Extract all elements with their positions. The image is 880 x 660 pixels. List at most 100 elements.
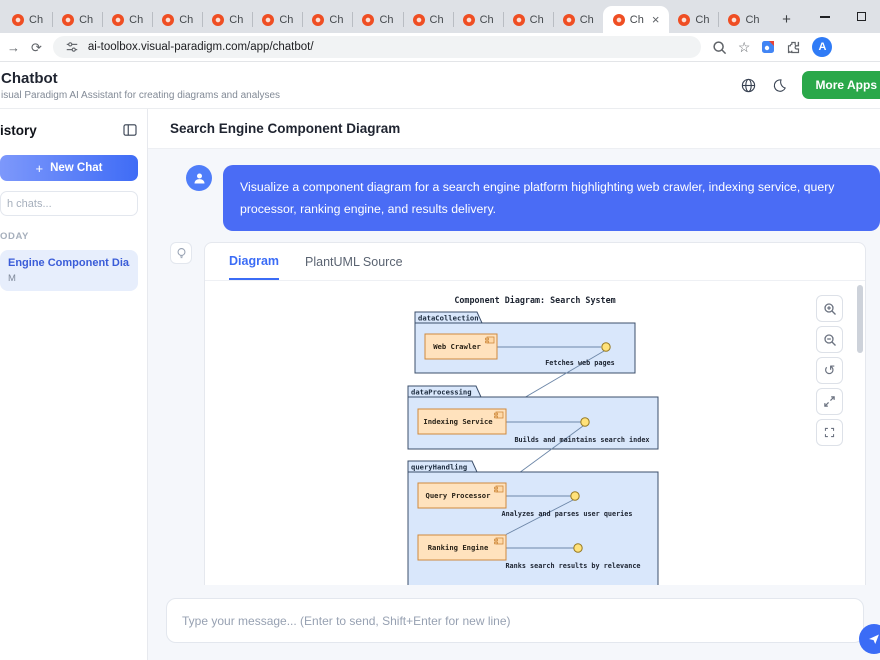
interface-label: Ranks search results by relevance: [505, 562, 640, 570]
component-diagram-svg: Component Diagram: Search System dataCol…: [400, 291, 670, 585]
diagram-toolbar: ↺: [816, 295, 843, 446]
tab-title: Ch: [229, 14, 243, 26]
main-panel: Search Engine Component Diagram Visualiz…: [148, 109, 880, 660]
new-chat-button[interactable]: + New Chat: [0, 155, 138, 181]
collapse-sidebar-icon[interactable]: [122, 122, 138, 138]
tab-title: Ch: [29, 14, 43, 26]
card-scrollbar[interactable]: [857, 285, 863, 353]
browser-tab-active[interactable]: Ch×: [603, 6, 670, 33]
browser-tab[interactable]: Ch: [153, 7, 202, 33]
diagram-title: Component Diagram: Search System: [454, 295, 615, 305]
message-composer: [148, 585, 880, 660]
app-header: Chatbot isual Paradigm AI Assistant for …: [0, 62, 880, 109]
window-maximize-button[interactable]: [857, 12, 866, 21]
package-name: queryHandling: [411, 463, 467, 472]
tab-separator: [553, 12, 554, 27]
tab-separator: [252, 12, 253, 27]
diagram-result-card: Diagram PlantUML Source Component Diagra…: [204, 242, 866, 585]
assistant-response-row: Diagram PlantUML Source Component Diagra…: [170, 242, 880, 585]
site-favicon-icon: [312, 14, 324, 26]
bookmark-star-icon[interactable]: ☆: [738, 39, 751, 56]
fullscreen-button[interactable]: [816, 419, 843, 446]
search-chats-input[interactable]: [0, 191, 138, 216]
browser-tab[interactable]: Ch: [719, 7, 768, 33]
new-tab-button[interactable]: +: [775, 7, 799, 31]
site-favicon-icon: [513, 14, 525, 26]
site-favicon-icon: [678, 14, 690, 26]
tab-title: Ch: [179, 14, 193, 26]
tab-title: Ch: [129, 14, 143, 26]
site-favicon-icon: [563, 14, 575, 26]
browser-tab[interactable]: Ch: [303, 7, 352, 33]
dark-mode-moon-icon[interactable]: [772, 78, 787, 93]
language-globe-icon[interactable]: [740, 77, 757, 94]
tab-plantuml-source[interactable]: PlantUML Source: [305, 243, 403, 280]
tab-separator: [302, 12, 303, 27]
component-name: Query Processor: [426, 491, 492, 500]
browser-tab[interactable]: Ch: [669, 7, 718, 33]
extension-icon[interactable]: [761, 40, 775, 54]
tab-separator: [202, 12, 203, 27]
conversation-title: Search Engine Component Diagram: [148, 109, 880, 149]
tab-close-icon[interactable]: ×: [652, 12, 660, 27]
tab-title: Ch: [745, 14, 759, 26]
zoom-in-button[interactable]: [816, 295, 843, 322]
zoom-indicator-icon[interactable]: [712, 40, 727, 55]
browser-tab[interactable]: Ch: [404, 7, 453, 33]
app-subtitle: isual Paradigm AI Assistant for creating…: [1, 90, 280, 101]
browser-tab[interactable]: Ch: [253, 7, 302, 33]
chat-history-item-selected[interactable]: Engine Component Dia... M: [0, 250, 138, 291]
message-input[interactable]: [166, 598, 864, 643]
app-title: Chatbot: [1, 70, 280, 88]
interface-label: Analyzes and parses user queries: [502, 510, 633, 518]
component-name: Indexing Service: [423, 417, 493, 426]
browser-tab[interactable]: Ch: [53, 7, 102, 33]
history-title: istory: [0, 123, 37, 138]
tab-diagram[interactable]: Diagram: [229, 243, 279, 280]
assistant-avatar-icon: [170, 242, 192, 264]
tab-title: Ch: [530, 14, 544, 26]
tab-separator: [152, 12, 153, 27]
tab-title: Ch: [430, 14, 444, 26]
profile-avatar[interactable]: A: [812, 37, 832, 57]
package-name: dataCollection: [418, 314, 479, 323]
site-favicon-icon: [12, 14, 24, 26]
browser-window: Ch Ch Ch Ch Ch Ch Ch Ch Ch Ch Ch Ch Ch× …: [0, 0, 880, 660]
component-name: Web Crawler: [433, 342, 481, 351]
diagram-canvas: Component Diagram: Search System dataCol…: [205, 281, 865, 585]
zoom-out-button[interactable]: [816, 326, 843, 353]
user-avatar-icon: [186, 165, 212, 191]
today-section-label: ODAY: [0, 231, 138, 242]
site-favicon-icon: [62, 14, 74, 26]
send-button[interactable]: [859, 624, 880, 654]
tab-separator: [102, 12, 103, 27]
site-settings-tune-icon[interactable]: [65, 40, 79, 54]
site-favicon-icon: [463, 14, 475, 26]
forward-arrow-icon[interactable]: →: [7, 41, 20, 54]
browser-tab[interactable]: Ch: [203, 7, 252, 33]
site-favicon-icon: [362, 14, 374, 26]
expand-diagram-button[interactable]: [816, 388, 843, 415]
tab-separator: [718, 12, 719, 27]
tab-title: Ch: [480, 14, 494, 26]
browser-tab[interactable]: Ch: [454, 7, 503, 33]
tab-title: Ch: [695, 14, 709, 26]
browser-tab[interactable]: Ch: [353, 7, 402, 33]
extensions-puzzle-icon[interactable]: [786, 40, 801, 55]
more-apps-button[interactable]: More Apps: [802, 71, 880, 99]
refresh-icon[interactable]: ⟳: [31, 41, 42, 54]
browser-tab[interactable]: Ch: [504, 7, 553, 33]
tab-separator: [403, 12, 404, 27]
browser-tab[interactable]: Ch: [3, 7, 52, 33]
component-name: Ranking Engine: [428, 543, 489, 552]
browser-tab[interactable]: Ch: [554, 7, 603, 33]
app-title-block: Chatbot isual Paradigm AI Assistant for …: [1, 70, 280, 101]
tab-title: Ch: [580, 14, 594, 26]
url-field[interactable]: ai-toolbox.visual-paradigm.com/app/chatb…: [53, 36, 701, 58]
chat-item-time: M: [8, 273, 130, 284]
package-name: dataProcessing: [411, 388, 472, 397]
window-minimize-button[interactable]: [820, 16, 830, 18]
user-message-bubble: Visualize a component diagram for a sear…: [223, 165, 880, 231]
browser-tab[interactable]: Ch: [103, 7, 152, 33]
reset-view-button[interactable]: ↺: [816, 357, 843, 384]
